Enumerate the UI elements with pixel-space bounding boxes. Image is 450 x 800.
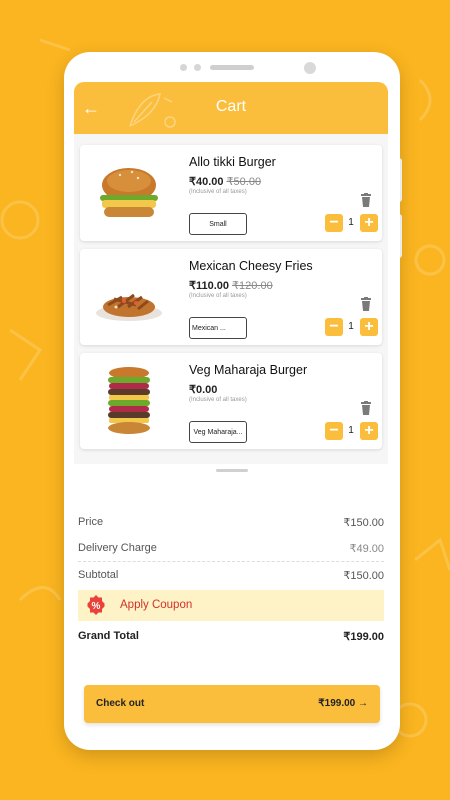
variant-select[interactable]: Small (189, 213, 247, 235)
cart-item: Mexican Cheesy Fries ₹110.00 ₹120.00 (Inc… (80, 249, 382, 345)
variant-select[interactable]: Mexican ... (189, 317, 247, 339)
camera-dot (194, 64, 201, 71)
price-label: Price (78, 516, 104, 528)
grand-total-label: Grand Total (78, 630, 139, 642)
trash-icon[interactable] (360, 193, 372, 207)
burger-image (100, 168, 158, 217)
checkout-total: ₹199.00 → (318, 698, 368, 709)
checkout-button[interactable]: Check out ₹199.00 → (84, 685, 380, 723)
increase-quantity-button[interactable]: + (360, 214, 378, 232)
cart-item: Allo tikki Burger ₹40.00 ₹50.00 (Inclusiv… (80, 145, 382, 241)
discount-icon: % (87, 595, 105, 615)
item-name: Allo tikki Burger (189, 155, 276, 169)
front-camera (304, 62, 316, 74)
fries-image (96, 293, 162, 321)
current-price: ₹0.00 (189, 384, 218, 396)
apply-coupon-button[interactable]: % Apply Coupon (78, 590, 384, 621)
item-price: ₹0.00 (189, 383, 220, 396)
cart-item-list[interactable]: Allo tikki Burger ₹40.00 ₹50.00 (Inclusiv… (74, 134, 388, 464)
original-price: ₹50.00 (226, 176, 262, 188)
variant-select[interactable]: Veg Maharaja... (189, 421, 247, 443)
increase-quantity-button[interactable]: + (360, 318, 378, 336)
coupon-label: Apply Coupon (120, 599, 193, 611)
decrease-quantity-button[interactable]: − (325, 422, 343, 440)
app-header: ← Cart (74, 82, 388, 134)
checkout-label: Check out (96, 698, 145, 709)
phone-speaker (210, 65, 254, 70)
arrow-right-icon: → (358, 698, 368, 709)
item-name: Mexican Cheesy Fries (189, 259, 313, 273)
delivery-value: ₹49.00 (349, 543, 384, 555)
divider (78, 561, 384, 562)
tax-note: (Inclusive of all taxes) (189, 397, 247, 403)
phone-frame: ← Cart Allo tikki Burger ₹40.00 ₹50.00 (I… (64, 52, 400, 750)
tall-burger-image (108, 367, 150, 434)
tax-note: (Inclusive of all taxes) (189, 189, 247, 195)
subtotal-value: ₹150.00 (343, 570, 384, 582)
price-row: Price ₹150.00 (78, 516, 384, 529)
page-title: Cart (215, 98, 247, 115)
original-price: ₹120.00 (232, 280, 273, 292)
quantity-value: 1 (348, 321, 354, 332)
tax-note: (Inclusive of all taxes) (189, 293, 247, 299)
increase-quantity-button[interactable]: + (360, 422, 378, 440)
delivery-row: Delivery Charge ₹49.00 (78, 542, 384, 555)
price-value: ₹150.00 (343, 517, 384, 529)
subtotal-row: Subtotal ₹150.00 (78, 569, 384, 582)
subtotal-label: Subtotal (78, 569, 119, 581)
svg-text:%: % (92, 601, 101, 612)
current-price: ₹110.00 (189, 280, 230, 292)
current-price: ₹40.00 (189, 176, 224, 188)
quantity-value: 1 (348, 217, 354, 228)
trash-icon[interactable] (360, 297, 372, 311)
camera-dot (180, 64, 187, 71)
item-price: ₹110.00 ₹120.00 (189, 279, 273, 292)
decrease-quantity-button[interactable]: − (325, 214, 343, 232)
drag-handle[interactable] (216, 469, 248, 472)
item-price: ₹40.00 ₹50.00 (189, 175, 261, 188)
trash-icon[interactable] (360, 401, 372, 415)
item-name: Veg Maharaja Burger (189, 363, 308, 377)
cart-item: Veg Maharaja Burger ₹0.00 (Inclusive of … (80, 353, 382, 449)
grand-total-value: ₹199.00 (343, 631, 384, 643)
delivery-label: Delivery Charge (78, 542, 157, 554)
decrease-quantity-button[interactable]: − (325, 318, 343, 336)
app-screen: ← Cart Allo tikki Burger ₹40.00 ₹50.00 (I… (74, 82, 388, 737)
grand-total-row: Grand Total ₹199.00 (78, 630, 384, 643)
quantity-value: 1 (348, 425, 354, 436)
